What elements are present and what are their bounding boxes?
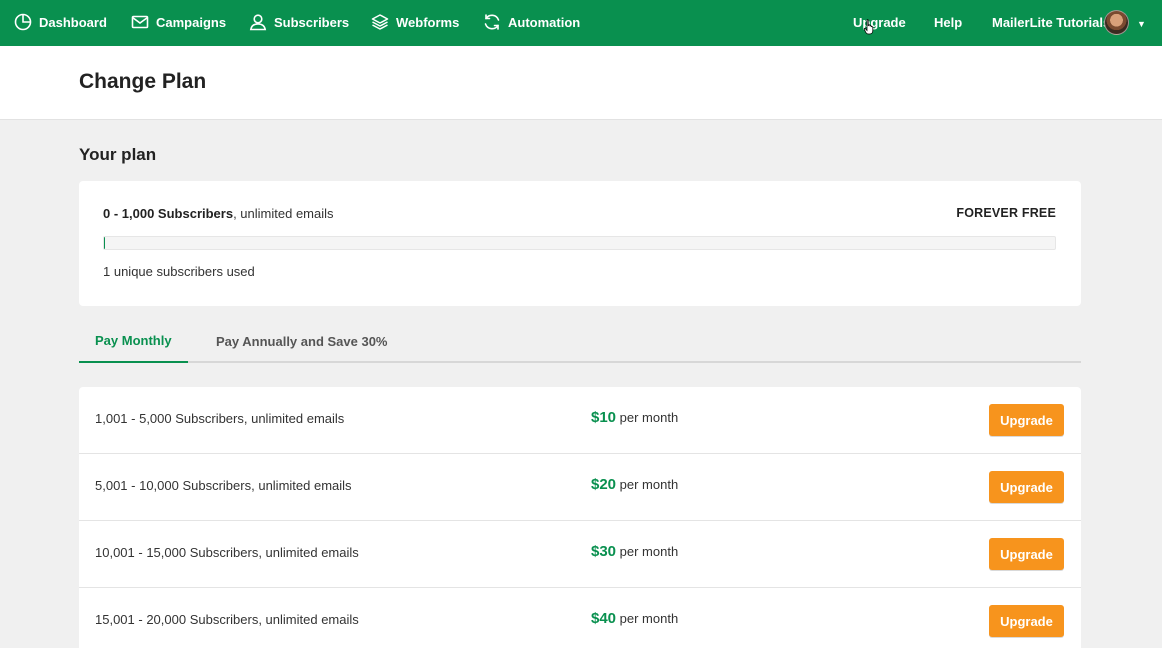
tier-suffix: , unlimited emails bbox=[251, 478, 352, 493]
current-plan-suffix: , unlimited emails bbox=[233, 206, 334, 221]
tier-price: $20 per month bbox=[591, 476, 678, 493]
tier-row: 15,001 - 20,000 Subscribers, unlimited e… bbox=[79, 588, 1081, 648]
tier-range: 5,001 - 10,000 Subscribers bbox=[95, 478, 252, 493]
your-plan-heading: Your plan bbox=[79, 145, 157, 164]
tier-range: 1,001 - 5,000 Subscribers bbox=[95, 411, 244, 426]
usage-text: 1 unique subscribers used bbox=[103, 264, 255, 279]
tier-price: $30 per month bbox=[591, 543, 678, 560]
tier-row: 1,001 - 5,000 Subscribers, unlimited ema… bbox=[79, 387, 1081, 454]
nav-subscribers-label: Subscribers bbox=[274, 14, 350, 30]
tier-list: 1,001 - 5,000 Subscribers, unlimited ema… bbox=[79, 387, 1081, 648]
tab-pay-monthly[interactable]: Pay Monthly bbox=[79, 320, 188, 363]
tier-suffix: , unlimited emails bbox=[243, 411, 345, 426]
usage-progress-bar bbox=[103, 236, 1056, 250]
tier-price-period: per month bbox=[619, 477, 679, 492]
tier-price-period: per month bbox=[619, 544, 679, 559]
nav-webforms[interactable]: Webforms bbox=[371, 0, 459, 44]
nav-subscribers[interactable]: Subscribers bbox=[249, 0, 349, 44]
usage-progress-fill bbox=[104, 237, 106, 249]
tier-range: 10,001 - 15,000 Subscribers bbox=[95, 545, 259, 560]
tier-price-period: per month bbox=[619, 611, 679, 626]
nav-automation-label: Automation bbox=[508, 14, 581, 30]
billing-tabs: Pay Monthly Pay Annually and Save 30% bbox=[79, 320, 1081, 363]
tier-row: 10,001 - 15,000 Subscribers, unlimited e… bbox=[79, 521, 1081, 588]
tier-price-amount: $10 bbox=[591, 409, 617, 426]
nav-webforms-label: Webforms bbox=[396, 14, 460, 30]
nav-campaigns[interactable]: Campaigns bbox=[131, 0, 226, 44]
tab-pay-annually[interactable]: Pay Annually and Save 30% bbox=[216, 320, 387, 363]
upgrade-button[interactable]: Upgrade bbox=[989, 404, 1064, 436]
tier-price: $40 per month bbox=[591, 610, 678, 627]
current-plan-card: 0 - 1,000 Subscribers, unlimited emails … bbox=[79, 181, 1081, 306]
nav-dashboard[interactable]: Dashboard bbox=[14, 0, 107, 44]
nav-automation[interactable]: Automation bbox=[483, 0, 580, 44]
page-header: Change Plan bbox=[0, 46, 1162, 120]
user-icon bbox=[249, 13, 267, 31]
tier-price-period: per month bbox=[619, 410, 679, 425]
page-title: Change Plan bbox=[79, 70, 207, 93]
upgrade-button[interactable]: Upgrade bbox=[989, 471, 1064, 503]
upgrade-button[interactable]: Upgrade bbox=[989, 538, 1064, 570]
tier-price-amount: $40 bbox=[591, 610, 617, 627]
tier-description: 10,001 - 15,000 Subscribers, unlimited e… bbox=[95, 545, 359, 560]
chevron-down-icon[interactable]: ▼ bbox=[1137, 19, 1146, 29]
current-plan-range: 0 - 1,000 Subscribers bbox=[103, 206, 234, 221]
tier-price: $10 per month bbox=[591, 409, 678, 426]
tier-price-amount: $30 bbox=[591, 543, 617, 560]
tier-suffix: , unlimited emails bbox=[258, 612, 359, 627]
top-navigation: Dashboard Campaigns Subscribers Webforms… bbox=[0, 0, 1162, 46]
current-plan-description: 0 - 1,000 Subscribers, unlimited emails bbox=[103, 206, 334, 221]
nav-help-link[interactable]: Help bbox=[934, 0, 962, 44]
account-menu[interactable]: MailerLite Tutorials bbox=[992, 0, 1110, 44]
upgrade-button[interactable]: Upgrade bbox=[989, 605, 1064, 637]
refresh-icon bbox=[483, 13, 501, 31]
nav-dashboard-label: Dashboard bbox=[39, 14, 107, 30]
tier-price-amount: $20 bbox=[591, 476, 617, 493]
nav-campaigns-label: Campaigns bbox=[156, 14, 227, 30]
avatar[interactable] bbox=[1104, 10, 1129, 35]
plan-tag: FOREVER FREE bbox=[956, 206, 1056, 220]
hand-cursor-icon bbox=[863, 19, 874, 35]
nav-upgrade-link[interactable]: Upgrade bbox=[853, 0, 906, 44]
dashboard-icon bbox=[14, 13, 32, 31]
tier-range: 15,001 - 20,000 Subscribers bbox=[95, 612, 259, 627]
tier-description: 5,001 - 10,000 Subscribers, unlimited em… bbox=[95, 478, 352, 493]
layers-icon bbox=[371, 13, 389, 31]
tier-description: 1,001 - 5,000 Subscribers, unlimited ema… bbox=[95, 411, 344, 426]
tier-description: 15,001 - 20,000 Subscribers, unlimited e… bbox=[95, 612, 359, 627]
mail-icon bbox=[131, 13, 149, 31]
tier-row: 5,001 - 10,000 Subscribers, unlimited em… bbox=[79, 454, 1081, 521]
tier-suffix: , unlimited emails bbox=[258, 545, 359, 560]
